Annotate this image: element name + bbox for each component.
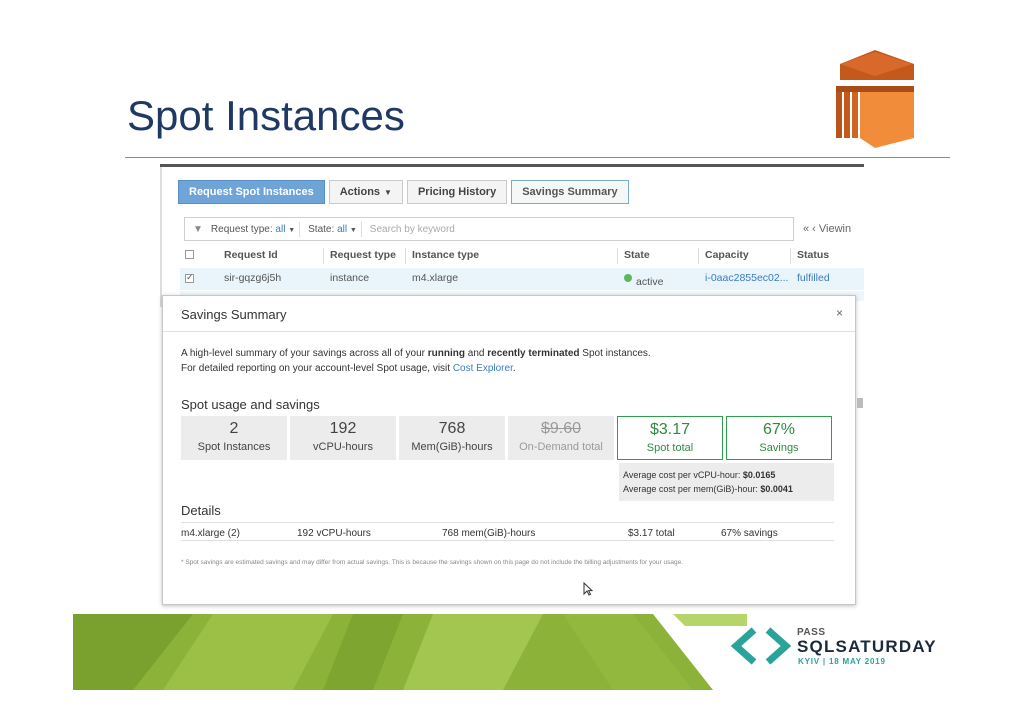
column-header[interactable]: State (624, 249, 650, 261)
panel-edge (160, 167, 162, 307)
column-header[interactable]: Request type (330, 249, 396, 261)
filter-bar[interactable]: ▼ Request type: all ▼ State: all ▼ Searc… (184, 217, 794, 241)
avg-vcpu-cost: Average cost per vCPU-hour: $0.0165 (623, 468, 830, 482)
intro-text: Spot instances. (579, 348, 651, 359)
avg-mem-cost: Average cost per mem(GiB)-hour: $0.0041 (623, 482, 830, 496)
details-instance: m4.xlarge (2) (181, 528, 240, 539)
tile-label: Savings (759, 442, 799, 454)
actions-label: Actions (339, 186, 381, 198)
status-dot-icon (624, 274, 632, 282)
tile-value: 67% (762, 421, 796, 438)
sqlsaturday-label: SQLSATURDAY (797, 637, 937, 656)
tile-value: $9.60 (540, 420, 582, 437)
details-heading: Details (181, 503, 221, 518)
details-total: $3.17 total (628, 528, 675, 539)
spot-instances-tile: 2 Spot Instances (181, 416, 287, 460)
details-vcpu: 192 vCPU-hours (297, 528, 371, 539)
select-all-checkbox[interactable] (185, 250, 194, 259)
tile-label: Mem(GiB)-hours (411, 441, 493, 453)
mem-hours-tile: 768 Mem(GiB)-hours (399, 416, 505, 460)
toolbar: Request Spot Instances Actions ▼ Pricing … (178, 180, 629, 204)
request-type-filter-label: Request type: (210, 223, 273, 235)
state-filter-value: all (337, 223, 348, 235)
avg-vcpu-label: Average cost per vCPU-hour: (623, 470, 741, 480)
tile-label: On-Demand total (519, 441, 603, 453)
pagination[interactable]: « ‹ Viewin (803, 223, 851, 235)
spot-total-tile: $3.17 Spot total (617, 416, 723, 460)
tile-label: Spot Instances (197, 441, 271, 453)
pricing-history-button[interactable]: Pricing History (406, 180, 508, 204)
scrollbar[interactable] (857, 398, 863, 408)
tile-value: 768 (438, 420, 466, 437)
savings-summary-dialog: Savings Summary × A high-level summary o… (162, 295, 856, 605)
request-spot-instances-button[interactable]: Request Spot Instances (178, 180, 325, 204)
event-label: KYIV | 18 MAY 2019 (798, 657, 886, 666)
chevron-down-icon: ▼ (288, 226, 296, 234)
search-input[interactable]: Search by keyword (370, 224, 455, 235)
state-value: active (636, 276, 664, 288)
column-header[interactable]: Capacity (705, 249, 749, 261)
request-type-cell: instance (330, 272, 370, 284)
close-icon[interactable]: × (836, 306, 843, 320)
intro-text: and (465, 348, 488, 359)
column-header[interactable]: Instance type (412, 249, 479, 261)
request-type-filter-value: all (275, 223, 286, 235)
intro-emphasis: recently terminated (487, 348, 580, 359)
mouse-cursor-icon (583, 582, 593, 596)
intro-line-2: For detailed reporting on your account-l… (181, 361, 651, 376)
usage-heading: Spot usage and savings (181, 397, 320, 412)
dialog-header: Savings Summary × (163, 296, 855, 332)
vcpu-hours-tile: 192 vCPU-hours (290, 416, 396, 460)
footer-band (73, 614, 747, 690)
actions-button[interactable]: Actions ▼ (328, 180, 403, 204)
savings-summary-button[interactable]: Savings Summary (511, 180, 629, 204)
dialog-title: Savings Summary (181, 307, 287, 322)
column-header[interactable]: Status (797, 249, 829, 261)
request-id-cell: sir-gqzg6j5h (224, 272, 282, 284)
tile-label: Spot total (646, 442, 694, 454)
savings-tile: 67% Savings (726, 416, 832, 460)
savings-tiles: 2 Spot Instances 192 vCPU-hours 768 Mem(GiB… (181, 416, 832, 460)
state-cell: active (624, 272, 663, 288)
slide-title: Spot Instances (127, 92, 405, 139)
instance-type-cell: m4.xlarge (412, 272, 459, 284)
avg-mem-value: $0.0041 (760, 484, 793, 494)
filter-icon: ▼ (193, 223, 203, 235)
tile-value: 192 (329, 420, 357, 437)
table-header: Request Id Request type Instance type St… (180, 245, 864, 267)
status-link[interactable]: fulfilled (797, 272, 830, 284)
intro-text: A high-level summary of your savings acr… (181, 348, 428, 359)
intro-text: For detailed reporting on your account-l… (181, 363, 453, 374)
chevron-down-icon: ▼ (384, 188, 392, 197)
title-divider (125, 157, 950, 158)
tile-value: 2 (229, 420, 239, 437)
average-cost-box: Average cost per vCPU-hour: $0.0165 Aver… (619, 463, 834, 501)
intro-line-1: A high-level summary of your savings acr… (181, 346, 651, 361)
details-savings: 67% savings (721, 528, 778, 539)
details-mem: 768 mem(GiB)-hours (442, 528, 536, 539)
request-type-filter[interactable]: Request type: all ▼ (207, 221, 301, 237)
tile-value: $3.17 (649, 421, 691, 438)
details-row: m4.xlarge (2) 192 vCPU-hours 768 mem(GiB… (181, 522, 834, 541)
aws-ec2-logo (836, 50, 914, 148)
column-header[interactable]: Request Id (224, 249, 278, 261)
state-filter[interactable]: State: all ▼ (304, 221, 362, 237)
intro-emphasis: running (427, 348, 465, 359)
footnote: * Spot savings are estimated savings and… (181, 559, 683, 566)
chevron-down-icon: ▼ (349, 226, 357, 234)
cost-explorer-link[interactable]: Cost Explorer (453, 363, 513, 374)
avg-vcpu-value: $0.0165 (742, 470, 776, 480)
table-row[interactable]: sir-gqzg6j5h instance m4.xlarge active i… (180, 268, 864, 290)
capacity-link[interactable]: i-0aac2855ec02... (705, 272, 788, 284)
avg-mem-label: Average cost per mem(GiB)-hour: (623, 484, 758, 494)
on-demand-total-tile: $9.60 On-Demand total (508, 416, 614, 460)
state-filter-label: State: (308, 223, 335, 235)
dialog-intro: A high-level summary of your savings acr… (181, 346, 651, 376)
intro-text: . (512, 363, 516, 374)
row-checkbox[interactable] (185, 272, 194, 283)
tile-label: vCPU-hours (313, 441, 373, 453)
